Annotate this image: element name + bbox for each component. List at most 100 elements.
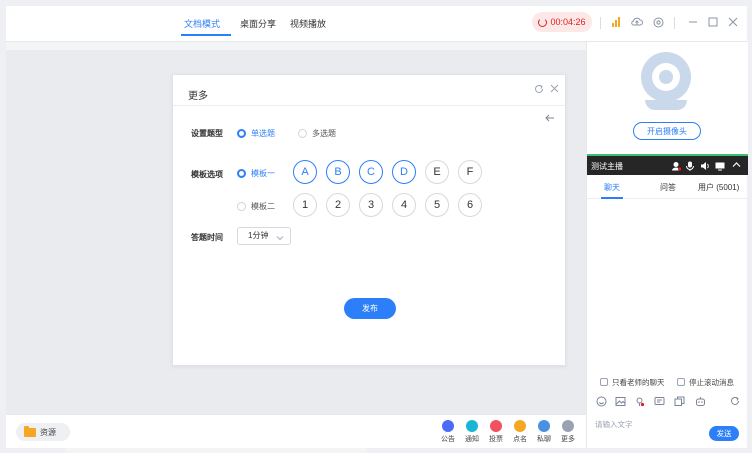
open-camera-button[interactable]: 开启摄像头 — [633, 122, 701, 140]
template-two-option[interactable]: 3 — [359, 193, 383, 217]
tool-label: 更多 — [561, 436, 575, 443]
emoji-icon[interactable] — [596, 396, 607, 410]
template-two-option[interactable]: 5 — [425, 193, 449, 217]
minimize-icon[interactable] — [686, 15, 700, 29]
toolbar-tool[interactable]: 投票 — [484, 420, 508, 444]
folder-icon — [24, 425, 36, 437]
chat-tools — [587, 394, 748, 410]
template-two-option[interactable]: 6 — [458, 193, 482, 217]
multi-choice-radio[interactable] — [298, 129, 307, 138]
modal-title: 更多 — [188, 91, 208, 102]
tool-label: 点名 — [513, 436, 527, 443]
single-choice-radio[interactable] — [237, 129, 246, 138]
chat-options: 只看老师的聊天 停止滚动消息 — [587, 376, 748, 390]
toolbar-tool[interactable]: 公告 — [436, 420, 460, 444]
divider — [674, 17, 675, 29]
tab-qa[interactable]: 问答 — [660, 182, 676, 193]
refresh-icon[interactable] — [730, 396, 740, 409]
answer-time-value: 1分钟 — [248, 231, 269, 240]
close-icon[interactable] — [550, 84, 559, 96]
stop-scroll-label[interactable]: 停止滚动消息 — [689, 377, 734, 388]
tab-desktop-share[interactable]: 桌面分享 — [240, 17, 276, 30]
speaker-icon[interactable] — [700, 161, 710, 173]
publish-button[interactable]: 发布 — [344, 298, 396, 319]
template-one-option[interactable]: C — [359, 160, 383, 184]
signal-icon — [609, 15, 623, 29]
toolbar-tool[interactable]: 私聊 — [532, 420, 556, 444]
stop-scroll-checkbox[interactable] — [677, 378, 685, 386]
maximize-icon[interactable] — [706, 15, 720, 29]
quiz-modal: 更多 设置题型 单选题 多选题 模板选项 模板一 ABCDEF 模板二 1234… — [172, 74, 566, 366]
bottom-toolbar: 资源 公告 通知 投票 点名 私聊 更多 — [6, 414, 586, 448]
template-one-option[interactable]: D — [392, 160, 416, 184]
gear-icon[interactable] — [651, 15, 665, 29]
back-arrow-icon[interactable] — [545, 113, 555, 125]
cloud-upload-icon[interactable] — [630, 15, 644, 29]
flower-icon[interactable] — [634, 396, 645, 410]
chat-bubble-icon[interactable] — [654, 396, 665, 410]
microphone-icon[interactable] — [686, 161, 694, 173]
user-icon[interactable] — [671, 161, 682, 173]
chat-input[interactable]: 请输入文字 — [595, 419, 633, 430]
question-type-label: 设置题型 — [191, 129, 223, 138]
template-one-option[interactable]: E — [425, 160, 449, 184]
tool-icon — [490, 420, 502, 432]
tool-label: 私聊 — [537, 436, 551, 443]
tab-video-play[interactable]: 视频播放 — [290, 17, 326, 30]
tab-chat[interactable]: 聊天 — [604, 182, 620, 193]
toolbar-tool[interactable]: 更多 — [556, 420, 580, 444]
camera-icon — [641, 52, 691, 102]
timer-text: 00:04:26 — [550, 17, 586, 27]
camera-base — [645, 100, 687, 110]
template-two-radio[interactable] — [237, 202, 246, 211]
host-name: 测试主播 — [591, 162, 623, 171]
tab-document-mode[interactable]: 文档模式 — [184, 17, 220, 30]
template-one-option[interactable]: A — [293, 160, 317, 184]
template-one-label[interactable]: 模板一 — [251, 168, 275, 179]
send-button[interactable]: 发送 — [709, 426, 739, 441]
template-one-option[interactable]: B — [326, 160, 350, 184]
template-two-option[interactable]: 1 — [293, 193, 317, 217]
refresh-icon[interactable] — [534, 84, 544, 97]
only-teacher-label[interactable]: 只看老师的聊天 — [612, 377, 665, 388]
tool-label: 公告 — [441, 436, 455, 443]
modal-divider — [173, 105, 565, 106]
robot-icon[interactable] — [695, 396, 706, 410]
tool-icon — [538, 420, 550, 432]
template-two-option[interactable]: 4 — [392, 193, 416, 217]
active-tab-indicator — [181, 34, 231, 36]
chevron-down-icon — [276, 231, 284, 247]
toolbar-tool[interactable]: 点名 — [508, 420, 532, 444]
bottom-shade — [66, 448, 366, 453]
screen-icon[interactable] — [715, 161, 725, 173]
power-icon — [538, 17, 548, 27]
template-one-option[interactable]: F — [458, 160, 482, 184]
resources-label: 资源 — [40, 427, 56, 437]
single-choice-label[interactable]: 单选题 — [251, 128, 275, 139]
tool-label: 投票 — [489, 436, 503, 443]
answer-time-label: 答题时间 — [191, 233, 223, 242]
template-two-option[interactable]: 2 — [326, 193, 350, 217]
stage-header-strip — [6, 42, 586, 50]
template-two-label[interactable]: 模板二 — [251, 201, 275, 212]
copy-icon[interactable] — [674, 396, 685, 410]
camera-area: 开启摄像头 — [587, 42, 748, 154]
active-tab-indicator — [601, 197, 623, 199]
multi-choice-label[interactable]: 多选题 — [312, 128, 336, 139]
top-bar: 文档模式 桌面分享 视频播放 00:04:26 — [6, 6, 747, 42]
live-timer[interactable]: 00:04:26 — [532, 12, 592, 32]
right-panel: 开启摄像头 测试主播 聊天 问答 用户 (5001) 只看老师的聊天 停止滚动消… — [586, 42, 748, 448]
template-one-radio[interactable] — [237, 169, 246, 178]
tool-icon — [514, 420, 526, 432]
only-teacher-checkbox[interactable] — [600, 378, 608, 386]
chevron-up-icon[interactable] — [732, 161, 741, 170]
divider — [600, 17, 601, 29]
close-icon[interactable] — [726, 15, 740, 29]
image-icon[interactable] — [615, 396, 626, 410]
tab-users[interactable]: 用户 (5001) — [698, 182, 739, 193]
answer-time-select[interactable]: 1分钟 — [237, 227, 291, 245]
toolbar-tool[interactable]: 通知 — [460, 420, 484, 444]
tool-icon — [466, 420, 478, 432]
tool-icon — [562, 420, 574, 432]
resources-button[interactable]: 资源 — [16, 423, 70, 441]
